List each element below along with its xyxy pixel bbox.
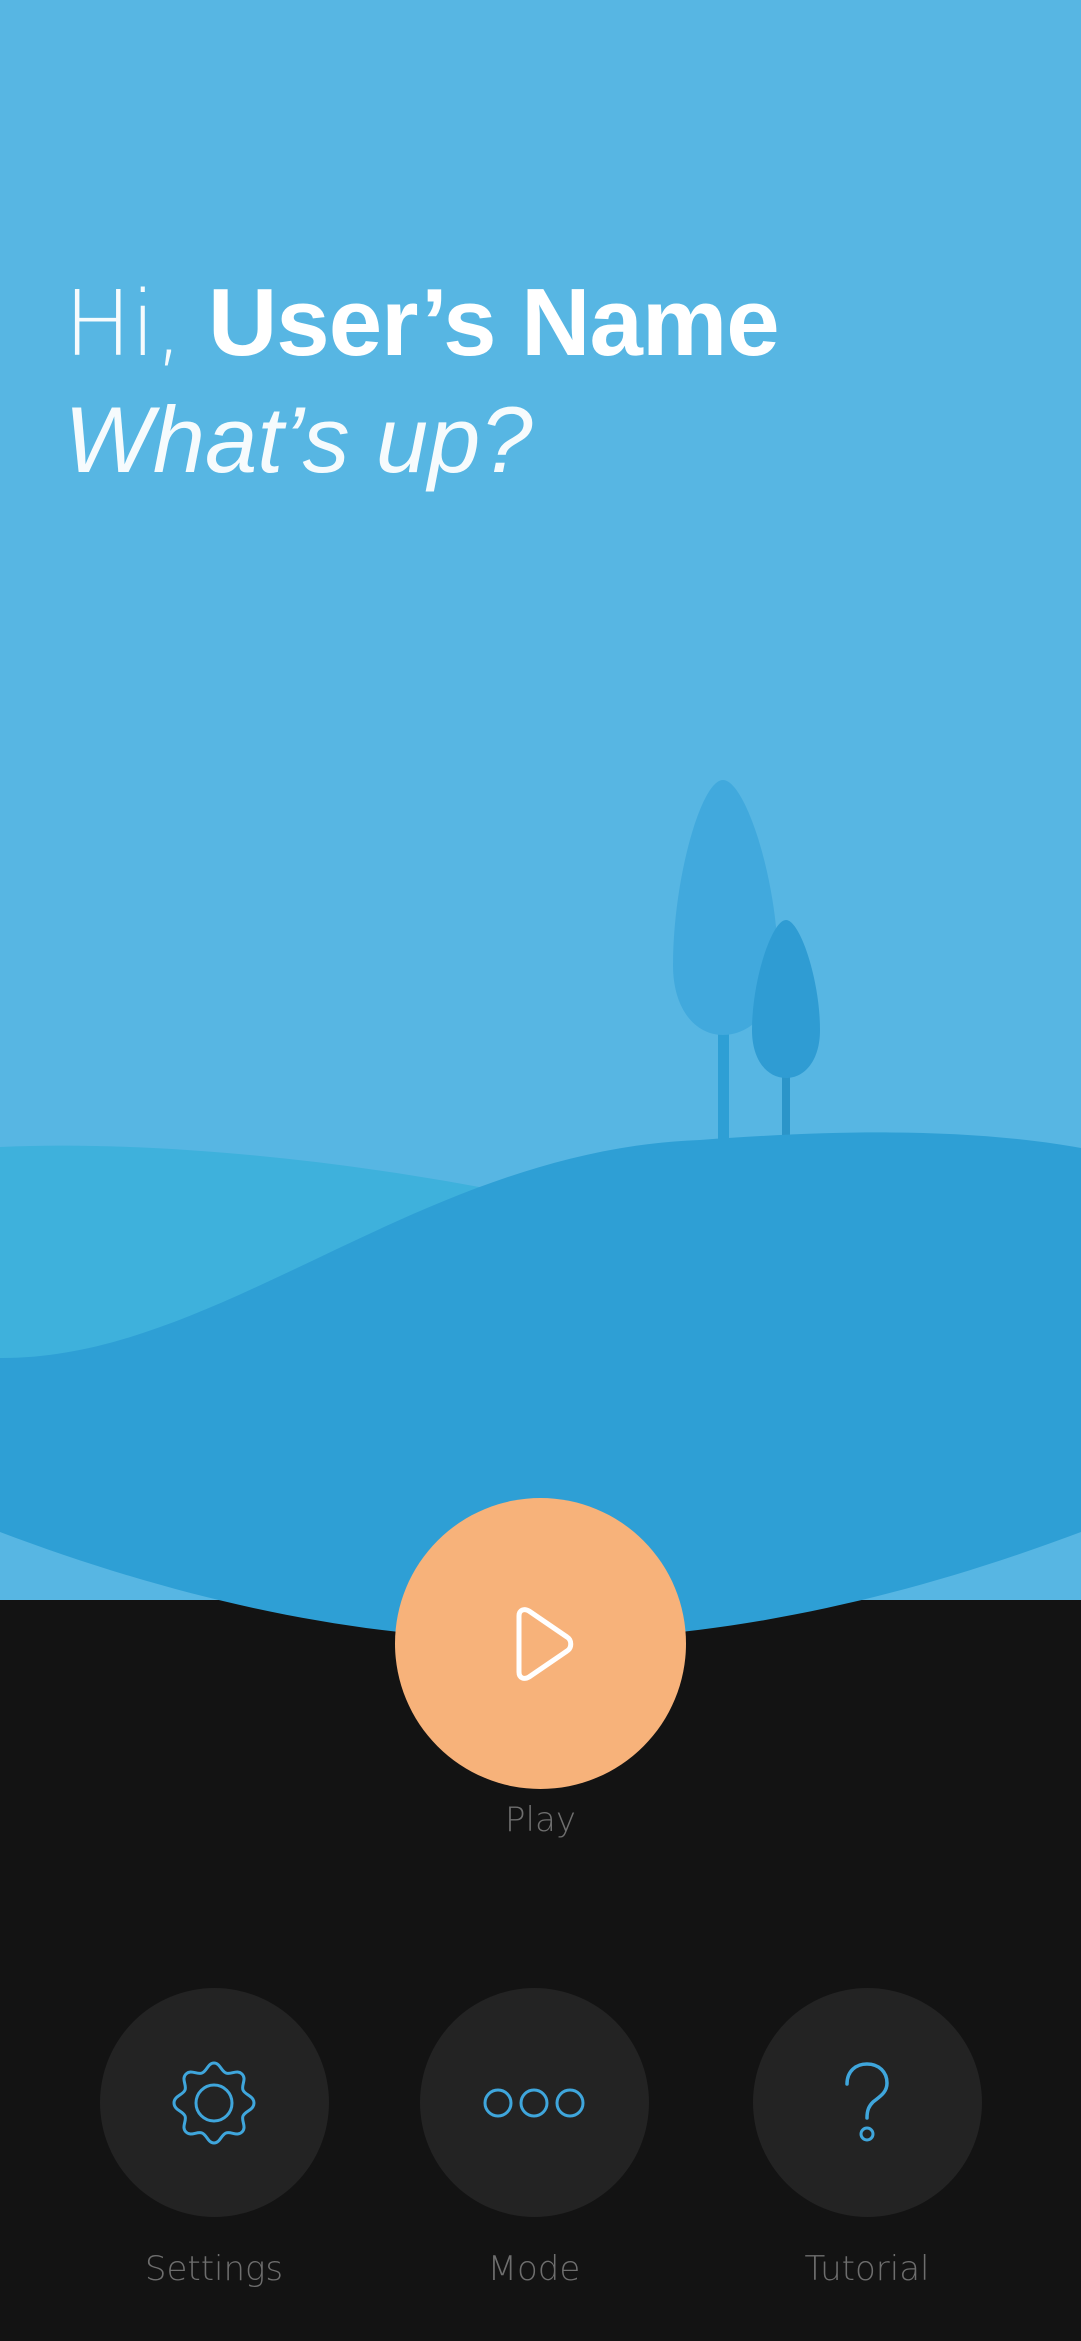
tutorial-circle[interactable] bbox=[752, 1988, 982, 2217]
gear-icon bbox=[172, 2060, 256, 2145]
settings-label: Settings bbox=[144, 2249, 284, 2289]
user-name: User’s Name bbox=[207, 269, 780, 376]
greeting: Hi, User’s Name What’s up? bbox=[64, 268, 780, 500]
mode-label: Mode bbox=[487, 2249, 581, 2289]
settings-circle[interactable] bbox=[99, 1988, 329, 2217]
play-label: Play bbox=[505, 1800, 576, 1840]
greeting-line: Hi, User’s Name bbox=[64, 268, 780, 380]
question-mark-icon bbox=[845, 2061, 889, 2141]
greeting-hi: Hi, bbox=[64, 272, 183, 377]
settings-button[interactable]: Settings bbox=[99, 1988, 329, 2318]
tutorial-button[interactable]: Tutorial bbox=[752, 1988, 982, 2318]
mode-button[interactable]: Mode bbox=[419, 1988, 649, 2318]
play-icon bbox=[516, 1606, 573, 1681]
mode-circle[interactable] bbox=[419, 1988, 649, 2217]
play-button[interactable] bbox=[395, 1498, 686, 1789]
home-screen: Hi, User’s Name What’s up? Play Settings… bbox=[0, 0, 1081, 2341]
tutorial-label: Tutorial bbox=[804, 2249, 930, 2289]
three-dots-icon bbox=[483, 2088, 585, 2117]
greeting-question: What’s up? bbox=[64, 387, 533, 492]
